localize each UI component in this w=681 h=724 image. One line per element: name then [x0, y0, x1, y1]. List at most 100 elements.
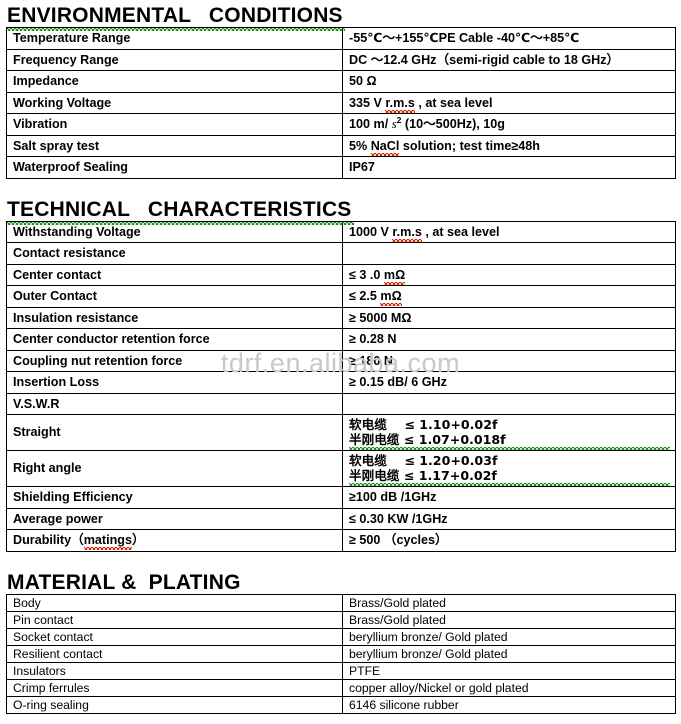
row-value: 软电缆 ≤ 1.20+0.03f 半刚电缆 ≤ 1.17+0.02f — [342, 450, 676, 487]
row-label: Socket contact — [6, 627, 343, 646]
row-label: Insertion Loss — [6, 371, 343, 394]
table-row: Impedance 50 Ω — [6, 70, 676, 93]
table-row: Insulators PTFE — [6, 661, 676, 680]
row-label: Impedance — [6, 70, 343, 93]
value-line-2: 半刚电缆 ≤ 1.17+0.02f — [349, 468, 670, 487]
section-heading-environmental-wrap: ENVIRONMENTAL CONDITIONS — [0, 3, 681, 31]
row-label: Frequency Range — [6, 48, 343, 71]
table-row: Coupling nut retention force ≥ 180 N — [6, 349, 676, 372]
section-heading-material-wrap: MATERIAL & PLATING — [0, 570, 681, 594]
value-prefix: 1000 V — [349, 224, 393, 239]
misspelled-word: mΩ — [380, 289, 403, 308]
value-line-2: 半刚电缆 ≤ 1.07+0.018f — [349, 432, 670, 451]
table-row: Outer Contact ≤ 2.5 mΩ — [6, 285, 676, 308]
row-value: ≥ 0.28 N — [342, 328, 676, 351]
row-label: Right angle — [6, 450, 343, 487]
table-row: Straight 软电缆 ≤ 1.10+0.02f 半刚电缆 ≤ 1.07+0.… — [6, 414, 676, 451]
value-suffix: , at sea level — [421, 224, 500, 239]
row-label: Straight — [6, 414, 343, 451]
row-value: ≥ 500 （cycles） — [342, 529, 676, 552]
value-prefix: ≤ 3 .0 — [349, 267, 384, 282]
section-heading-technical: TECHNICAL CHARACTERISTICS — [0, 199, 354, 225]
row-value: 6146 silicone rubber — [342, 695, 676, 714]
row-label: Outer Contact — [6, 285, 343, 308]
table-row: Frequency Range DC ～12.4 GHz（semi-rigid … — [6, 48, 676, 71]
value-suffix: , at sea level — [414, 95, 493, 110]
section-heading-material: MATERIAL & PLATING — [7, 570, 241, 594]
misspelled-word: mΩ — [383, 267, 406, 286]
value-prefix: 100 m/ — [349, 117, 392, 132]
row-label: Shielding Efficiency — [6, 486, 343, 509]
table-row: Contact resistance — [6, 242, 676, 265]
table-row: Insertion Loss ≥ 0.15 dB/ 6 GHz — [6, 371, 676, 394]
table-row: Center conductor retention force ≥ 0.28 … — [6, 328, 676, 351]
value-prefix: 5% — [349, 138, 371, 153]
row-label: Insulation resistance — [6, 306, 343, 329]
table-row: Working Voltage 335 V r.m.s , at sea lev… — [6, 91, 676, 114]
value-suffix: (10～500Hz), 10g — [401, 117, 505, 132]
row-value: DC ～12.4 GHz（semi-rigid cable to 18 GHz） — [342, 48, 676, 71]
table-row: Pin contact Brass/Gold plated — [6, 610, 676, 629]
row-label: Pin contact — [6, 610, 343, 629]
row-value: Brass/Gold plated — [342, 610, 676, 629]
row-label: Contact resistance — [6, 242, 343, 265]
table-row: Insulation resistance ≥ 5000 MΩ — [6, 306, 676, 329]
misspelled-word: r.m.s — [392, 224, 423, 243]
row-value: ≥ 5000 MΩ — [342, 306, 676, 329]
row-value: 5% NaCl solution; test time≥48h — [342, 134, 676, 157]
table-row: Resilient contact beryllium bronze/ Gold… — [6, 644, 676, 663]
technical-characteristics-table: Withstanding Voltage 1000 V r.m.s , at s… — [6, 220, 676, 552]
row-label: Crimp ferrules — [6, 678, 343, 697]
table-row: Socket contact beryllium bronze/ Gold pl… — [6, 627, 676, 646]
row-value: 335 V r.m.s , at sea level — [342, 91, 676, 114]
table-row: Crimp ferrules copper alloy/Nickel or go… — [6, 678, 676, 697]
row-label: Coupling nut retention force — [6, 349, 343, 372]
row-value: beryllium bronze/ Gold plated — [342, 644, 676, 663]
table-row: Salt spray test 5% NaCl solution; test t… — [6, 134, 676, 157]
row-value: IP67 — [342, 156, 676, 179]
row-value: -55℃～+155℃PE Cable -40℃～+85℃ — [342, 27, 676, 50]
row-label: Durability（matings） — [6, 529, 343, 552]
table-row: Waterproof Sealing IP67 — [6, 156, 676, 179]
value-prefix: ≤ 2.5 — [349, 289, 381, 304]
row-label: Center contact — [6, 263, 343, 286]
row-value: ≥ 180 N — [342, 349, 676, 372]
row-label: O-ring sealing — [6, 695, 343, 714]
row-value: ≤ 2.5 mΩ — [342, 285, 676, 308]
row-value: 50 Ω — [342, 70, 676, 93]
row-label: Waterproof Sealing — [6, 156, 343, 179]
table-row: O-ring sealing 6146 silicone rubber — [6, 695, 676, 714]
row-label: V.S.W.R — [6, 392, 343, 415]
row-value: ≥ 0.15 dB/ 6 GHz — [342, 371, 676, 394]
row-value: copper alloy/Nickel or gold plated — [342, 678, 676, 697]
table-row: Shielding Efficiency ≥100 dB /1GHz — [6, 486, 676, 509]
row-label: Salt spray test — [6, 134, 343, 157]
row-label: Vibration — [6, 113, 343, 136]
spec-sheet-page: tdrf.en.alibaba.com ENVIRONMENTAL CONDIT… — [0, 0, 681, 724]
row-label: Center conductor retention force — [6, 328, 343, 351]
row-label: Body — [6, 593, 343, 612]
misspelled-word: NaCl — [370, 138, 400, 157]
misspelled-word: matings — [83, 533, 133, 552]
table-row: Right angle 软电缆 ≤ 1.20+0.03f 半刚电缆 ≤ 1.17… — [6, 450, 676, 487]
table-row: Durability（matings） ≥ 500 （cycles） — [6, 529, 676, 552]
material-plating-table: Body Brass/Gold plated Pin contact Brass… — [6, 593, 676, 714]
section-heading-environmental: ENVIRONMENTAL CONDITIONS — [0, 5, 345, 31]
value-line-1: 软电缆 ≤ 1.20+0.03f — [349, 453, 498, 469]
value-suffix: solution; test time≥48h — [399, 138, 540, 153]
misspelled-word: r.m.s — [385, 95, 416, 114]
row-value: 1000 V r.m.s , at sea level — [342, 220, 676, 243]
row-label: Working Voltage — [6, 91, 343, 114]
section-heading-technical-wrap: TECHNICAL CHARACTERISTICS — [0, 197, 681, 225]
row-value: beryllium bronze/ Gold plated — [342, 627, 676, 646]
row-value: ≤ 3 .0 mΩ — [342, 263, 676, 286]
table-row: Average power ≤ 0.30 KW /1GHz — [6, 507, 676, 530]
row-label: Average power — [6, 507, 343, 530]
value-prefix: 335 V — [349, 95, 386, 110]
environmental-conditions-table: Temperature Range -55℃～+155℃PE Cable -40… — [6, 27, 676, 179]
table-row: Body Brass/Gold plated — [6, 593, 676, 612]
table-row: Vibration 100 m/ s2 (10～500Hz), 10g — [6, 113, 676, 136]
row-label: Insulators — [6, 661, 343, 680]
row-value: 软电缆 ≤ 1.10+0.02f 半刚电缆 ≤ 1.07+0.018f — [342, 414, 676, 451]
table-row: V.S.W.R — [6, 392, 676, 415]
